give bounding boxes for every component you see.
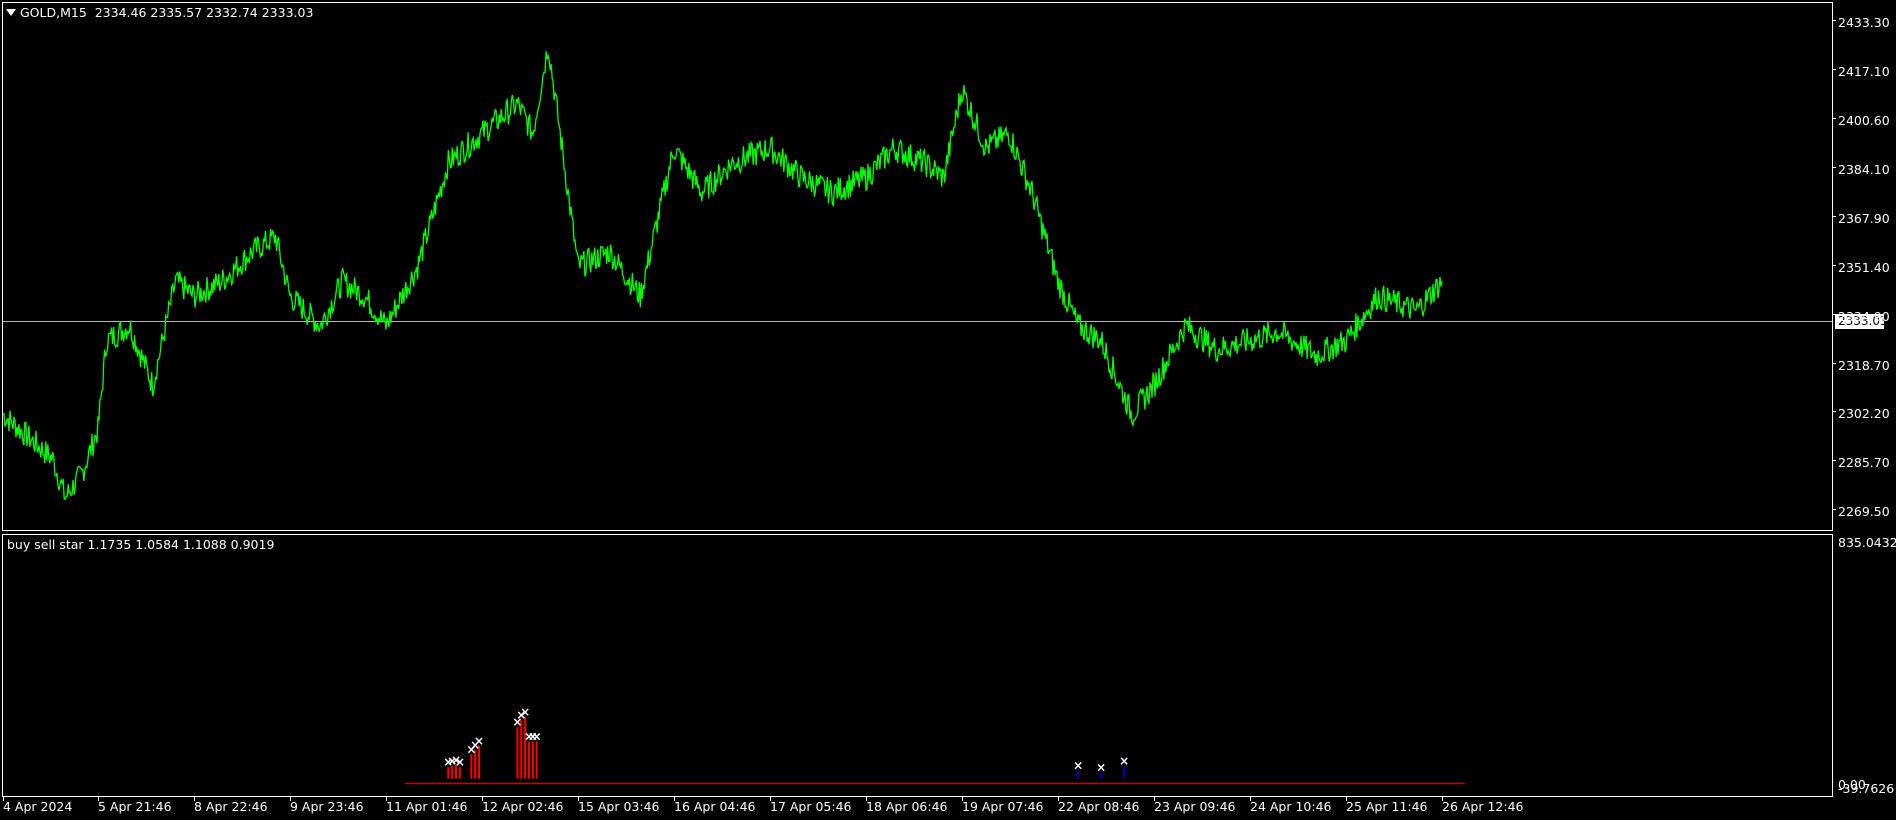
- dropdown-triangle-icon[interactable]: [6, 9, 16, 16]
- indicator-bars: [447, 717, 1126, 779]
- x-tick-label: 4 Apr 2024: [3, 799, 73, 814]
- chart-canvas: ×××××××××××××× × ×: [2, 2, 1884, 801]
- x-tick-label: 22 Apr 08:46: [1058, 799, 1140, 814]
- x-tick-label: 16 Apr 04:46: [674, 799, 756, 814]
- x-tick-label: 17 Apr 05:46: [770, 799, 852, 814]
- x-tick-label: 26 Apr 12:46: [1442, 799, 1524, 814]
- y-tick-label: 2433.30: [1838, 15, 1890, 30]
- x-tick-label: 24 Apr 10:46: [1250, 799, 1332, 814]
- y-tick-label: 2269.50: [1838, 504, 1890, 519]
- x-tick-label: 19 Apr 07:46: [962, 799, 1044, 814]
- y-tick-label: 2367.90: [1838, 211, 1890, 226]
- x-tick-label: 12 Apr 02:46: [482, 799, 564, 814]
- buy-star-marker: ×: [1096, 760, 1106, 774]
- x-tick-label: 23 Apr 09:46: [1154, 799, 1236, 814]
- sell-star-marker: ×: [474, 734, 484, 748]
- sell-star-marker: ×: [532, 729, 542, 743]
- indicator-title: buy sell star 1.1735 1.0584 1.1088 0.901…: [7, 537, 275, 552]
- x-tick-label: 25 Apr 11:46: [1346, 799, 1428, 814]
- indicator-y-top: 835.0432: [1838, 535, 1896, 550]
- y-tick-label: 2351.40: [1838, 260, 1890, 275]
- y-tick-label: 2285.70: [1838, 455, 1890, 470]
- y-tick-label: 2318.70: [1838, 358, 1890, 373]
- main-panel-frame: [2, 2, 1833, 531]
- y-tick-label: 2384.10: [1838, 162, 1890, 177]
- y-tick-label: 2417.10: [1838, 64, 1890, 79]
- indicator-panel-frame: [2, 534, 1833, 797]
- price-line: [2, 51, 1443, 500]
- x-tick-label: 18 Apr 06:46: [866, 799, 948, 814]
- indicator-y-bottom: -39.7626: [1838, 781, 1895, 796]
- buy-star-marker: ×: [1073, 759, 1083, 773]
- y-tick-label: 2334.90: [1838, 309, 1890, 324]
- sell-star-marker: ×: [520, 705, 530, 719]
- x-tick-label: 11 Apr 01:46: [386, 799, 468, 814]
- x-tick-label: 8 Apr 22:46: [194, 799, 268, 814]
- ohlc-values: 2334.46 2335.57 2332.74 2333.03: [94, 5, 314, 20]
- x-tick-label: 15 Apr 03:46: [578, 799, 660, 814]
- sell-star-marker: ×: [455, 755, 465, 769]
- y-tick-label: 2400.60: [1838, 113, 1890, 128]
- symbol-header[interactable]: GOLD,M15 2334.46 2335.57 2332.74 2333.03: [6, 5, 313, 20]
- x-tick-label: 5 Apr 21:46: [98, 799, 172, 814]
- y-tick-label: 2302.20: [1838, 406, 1890, 421]
- x-tick-label: 9 Apr 23:46: [290, 799, 364, 814]
- symbol-name: GOLD,M15: [20, 5, 87, 20]
- indicator-stars: ×××××××××××××× × ×: [443, 705, 1129, 774]
- buy-star-marker: ×: [1119, 754, 1129, 768]
